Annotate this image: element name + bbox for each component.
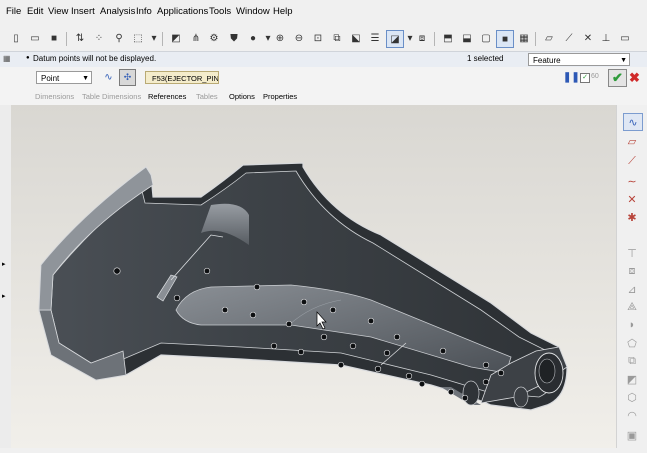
chamfer-tool-icon[interactable]: ⬠ <box>623 335 641 351</box>
chevron-down-icon: ▼ <box>82 75 89 82</box>
tab-table-dimensions[interactable]: Table Dimensions <box>82 92 141 101</box>
tab-references[interactable]: References <box>148 92 186 101</box>
preview-checkbox[interactable]: ✓ <box>580 73 590 83</box>
axis-tool-icon[interactable]: ⟋ <box>623 153 641 169</box>
mirror-tool-icon[interactable]: ◩ <box>623 371 641 387</box>
expand-arrow-icon[interactable]: ▸ <box>2 260 6 268</box>
select-box-icon[interactable]: ⬚ <box>130 30 146 46</box>
selection-filter-value: Feature <box>533 56 561 65</box>
sketch-icon[interactable]: ◩ <box>168 30 184 46</box>
tab-options[interactable]: Options <box>229 92 255 101</box>
draft-tool-icon[interactable]: ⟁ <box>623 299 641 315</box>
merge-tool-icon[interactable]: ⬡ <box>623 389 641 405</box>
plane-tool-icon[interactable]: ▱ <box>623 133 641 149</box>
menu-view[interactable]: View <box>48 6 68 17</box>
network-icon[interactable]: ⚙ <box>206 30 222 46</box>
open-folder-icon[interactable]: ▭ <box>27 30 43 46</box>
datum-point-icon[interactable]: ✕ <box>580 30 596 46</box>
point-tool-icon[interactable]: ✕ <box>623 191 641 207</box>
menu-insert[interactable]: Insert <box>71 6 95 17</box>
accept-button[interactable]: ✔ <box>608 69 627 87</box>
sketch-tool-icon[interactable]: ∿ <box>623 113 643 131</box>
round-tool-icon[interactable]: ◗ <box>623 317 641 333</box>
curve-ref-icon[interactable]: ∿ <box>101 70 116 85</box>
csys-icon[interactable]: ⊥ <box>598 30 614 46</box>
offset-point-icon[interactable]: ✱ <box>623 209 641 225</box>
regenerate-icon[interactable]: ⇅ <box>72 30 88 46</box>
menu-bar: File Edit View Insert Analysis Info Appl… <box>0 0 647 25</box>
tab-dimensions[interactable]: Dimensions <box>35 92 74 101</box>
expand-arrow-icon[interactable]: ▸ <box>2 292 6 300</box>
reorient-icon[interactable]: ⧉ <box>329 30 345 46</box>
shading-icon[interactable]: ● <box>245 30 261 46</box>
no-hidden-icon[interactable]: ▢ <box>478 30 494 46</box>
menu-edit[interactable]: Edit <box>27 6 43 17</box>
repaint-icon[interactable]: ⁘ <box>91 30 107 46</box>
graphics-viewport[interactable] <box>11 105 616 448</box>
connect-icon[interactable]: ⋔ <box>188 30 204 46</box>
point-ref-icon[interactable]: ✣ <box>119 69 136 86</box>
perspective-icon[interactable]: ⧈ <box>414 30 430 46</box>
hole-tool-icon[interactable]: ⊤ <box>623 245 641 261</box>
rib-tool-icon[interactable]: ⊿ <box>623 281 641 297</box>
shell-tool-icon[interactable]: ⧈ <box>623 263 641 279</box>
enhanced-icon[interactable]: ▦ <box>516 30 532 46</box>
layers-icon[interactable]: ☰ <box>367 30 383 46</box>
datum-plane-icon[interactable]: ▱ <box>541 30 557 46</box>
menu-applications[interactable]: Applications <box>157 6 208 17</box>
reference-collector[interactable]: F53(EJECTOR_PIN_ <box>145 71 219 84</box>
chevron-down-icon: ▼ <box>620 57 627 64</box>
tab-properties[interactable]: Properties <box>263 92 297 101</box>
find-icon[interactable]: ⚲ <box>111 30 127 46</box>
menu-window[interactable]: Window <box>236 6 270 17</box>
thicken-tool-icon[interactable]: ▣ <box>623 427 641 443</box>
hidden-line-icon[interactable]: ⬓ <box>459 30 475 46</box>
part-model[interactable] <box>11 105 616 448</box>
save-icon[interactable]: ■ <box>46 30 62 46</box>
pause-icon[interactable]: ❚❚ <box>563 72 580 83</box>
tab-tables[interactable]: Tables <box>196 92 218 101</box>
cancel-button[interactable]: ✖ <box>629 70 640 86</box>
zoom-out-icon[interactable]: ⊖ <box>291 30 307 46</box>
point-type-value: Point <box>41 74 60 83</box>
selection-filter-select[interactable]: Feature ▼ <box>528 53 630 66</box>
saved-views-icon[interactable]: ⬕ <box>348 30 364 46</box>
menu-analysis[interactable]: Analysis <box>100 6 135 17</box>
pattern-tool-icon[interactable]: ⧉ <box>623 353 641 369</box>
wireframe-icon[interactable]: ⬒ <box>440 30 456 46</box>
shaded-icon[interactable]: ■ <box>496 30 514 48</box>
menu-tools[interactable]: Tools <box>209 6 231 17</box>
trim-tool-icon[interactable]: ◠ <box>623 407 641 423</box>
datum-toolbar: ∿ ▱ ⟋ ∼ ✕ ✱ ⊤ ⧈ ⊿ ⟁ ◗ ⬠ ⧉ ◩ ⬡ ◠ ▣ <box>616 105 647 448</box>
menu-file[interactable]: File <box>6 6 21 17</box>
new-file-icon[interactable]: ▯ <box>8 30 24 46</box>
main-toolbar: ▯ ▭ ■ ⇅ ⁘ ⚲ ⬚ ▾ ◩ ⋔ ⚙ ⛊ ● ▾ ⊕ ⊖ ⊡ ⧉ ⬕ ☰ … <box>0 30 647 52</box>
selection-count: 1 selected <box>467 54 504 63</box>
menu-info[interactable]: Info <box>136 6 152 17</box>
message-text: Datum points will not be displayed. <box>33 54 157 63</box>
checkmark-icon: ✔ <box>612 70 623 85</box>
grid-icon[interactable]: ▦ <box>3 54 11 63</box>
annotation-icon[interactable]: ▭ <box>617 30 633 46</box>
shield-icon[interactable]: ⛊ <box>226 30 242 46</box>
curve-tool-icon[interactable]: ∼ <box>623 173 641 189</box>
preview-label: 60 <box>591 73 599 80</box>
datum-axis-icon[interactable]: ⟋ <box>561 30 577 46</box>
point-type-select[interactable]: Point ▼ <box>36 71 92 84</box>
zoom-in-icon[interactable]: ⊕ <box>272 30 288 46</box>
menu-help[interactable]: Help <box>273 6 293 17</box>
zoom-fit-icon[interactable]: ⊡ <box>310 30 326 46</box>
bullet-icon: ● <box>26 55 30 61</box>
x-icon: ✖ <box>629 70 640 85</box>
select-dropdown-icon[interactable]: ▾ <box>146 30 162 46</box>
feature-dashboard: Point ▼ ∿ ✣ F53(EJECTOR_PIN_ Dimensions … <box>0 67 647 106</box>
